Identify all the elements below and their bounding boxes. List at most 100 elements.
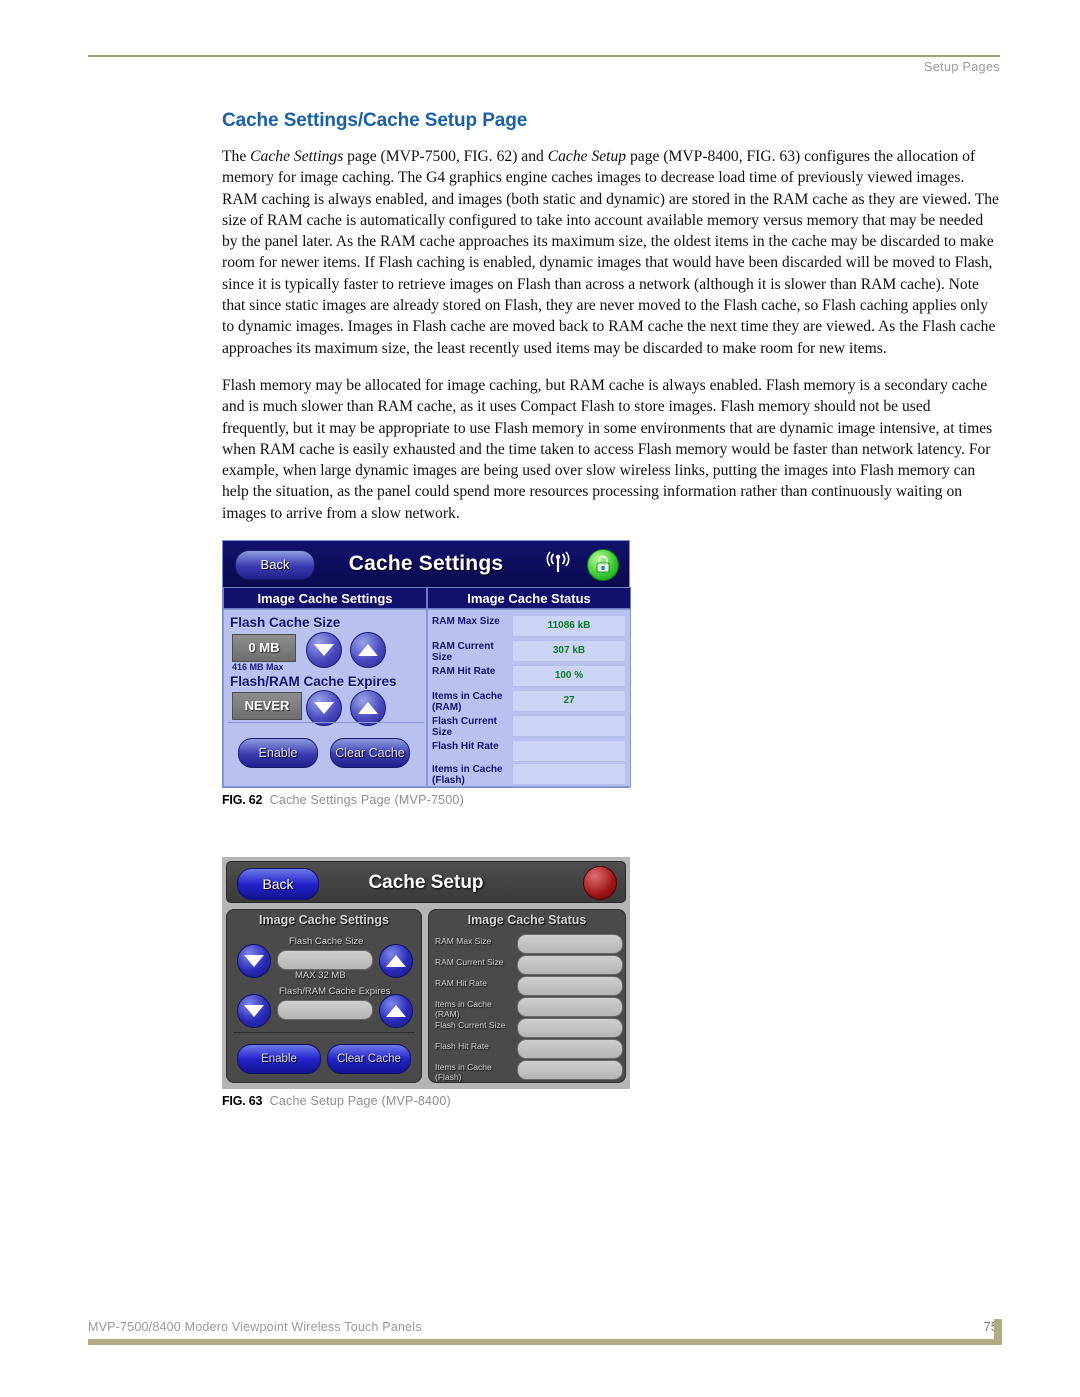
para1-seg-c: page (MVP-8400, FIG. 63) configures the …: [222, 148, 999, 357]
status-label: Flash Current Size: [435, 1020, 506, 1031]
para1-seg-a: The: [222, 148, 251, 165]
status-value-field: [517, 997, 623, 1018]
status-label: RAM Max Size: [432, 616, 500, 628]
tab-image-cache-settings[interactable]: Image Cache Settings: [223, 587, 427, 610]
cache-expires-down-button[interactable]: [306, 690, 342, 727]
red-led-indicator-icon: [583, 866, 617, 901]
footer-tab-mark: [994, 1319, 1002, 1345]
status-value: 100 %: [512, 665, 626, 688]
mvp7500-panel: Cache Settings Back Image Cache Settings…: [222, 540, 631, 789]
footer-rule: [88, 1339, 1000, 1345]
panel2-divider: [233, 1032, 415, 1034]
triangle-up-icon: [358, 702, 378, 715]
status-value: [512, 715, 626, 738]
status-value-field: [517, 976, 623, 997]
panel2-status-header: Image Cache Status: [467, 913, 587, 928]
status-label: Items in Cache (Flash): [432, 764, 503, 787]
status-value-field: [517, 934, 623, 955]
panel2-status-pane: Image Cache Status RAM Max Size RAM Curr…: [428, 909, 626, 1084]
triangle-down-icon: [314, 644, 334, 657]
panel1-titlebar: Cache Settings Back: [223, 541, 629, 588]
mvp8400-panel: Cache Setup Back Image Cache Settings Fl…: [222, 857, 630, 1090]
flash-cache-size-up-button[interactable]: [379, 944, 413, 979]
figure-63-number: FIG. 63: [222, 1094, 263, 1109]
triangle-down-icon: [244, 1005, 264, 1018]
figure-62-caption-text: Cache Settings Page (MVP-7500): [269, 793, 464, 808]
status-label: RAM Hit Rate: [435, 978, 487, 989]
enable-button[interactable]: Enable: [237, 1044, 321, 1075]
running-head: Setup Pages: [924, 60, 1000, 74]
cache-expires-label: Flash/RAM Cache Expires: [279, 986, 391, 998]
status-label: RAM Current Size: [435, 957, 504, 968]
paragraph-2: Flash memory may be allocated for image …: [222, 376, 993, 522]
status-value-field: [517, 1039, 623, 1060]
para1-emphasis-1: Cache Settings: [250, 148, 344, 165]
cache-expires-down-button[interactable]: [237, 994, 271, 1029]
content-column: Cache Settings/Cache Setup Page The Cach…: [222, 110, 1000, 1108]
panel1-back-button[interactable]: Back: [235, 550, 315, 581]
status-value: 307 kB: [512, 640, 626, 663]
paragraph-1: The Cache Settings page (MVP-7500, FIG. …: [222, 146, 1000, 359]
status-label: Items in Cache (RAM): [432, 691, 503, 714]
figure-62-caption: FIG. 62 Cache Settings Page (MVP-7500): [222, 793, 1000, 807]
figure-62: Cache Settings Back Image Cache Settings…: [222, 540, 1000, 807]
panel1-settings-pane: Flash Cache Size 0 MB 416 MB Max Flash/R…: [223, 609, 427, 788]
panel2-back-button[interactable]: Back: [237, 868, 319, 901]
panel2-titlebar: Cache Setup Back: [226, 861, 626, 904]
flash-cache-size-value-button[interactable]: 0 MB: [232, 634, 296, 663]
clear-cache-button[interactable]: Clear Cache: [327, 1044, 411, 1075]
flash-cache-size-label: Flash Cache Size: [230, 615, 341, 631]
status-label: RAM Hit Rate: [432, 666, 496, 678]
status-value-field: [517, 955, 623, 976]
cache-expires-value-button[interactable]: NEVER: [232, 692, 302, 721]
clear-cache-button[interactable]: Clear Cache: [330, 738, 410, 769]
status-value: [512, 740, 626, 763]
flash-cache-size-up-button[interactable]: [350, 632, 386, 669]
figure-62-number: FIG. 62: [222, 793, 263, 808]
status-label: Flash Current Size: [432, 716, 498, 739]
figure-63-caption-text: Cache Setup Page (MVP-8400): [269, 1094, 451, 1109]
status-label: Flash Hit Rate: [432, 741, 499, 753]
cache-expires-field[interactable]: [277, 1000, 373, 1021]
enable-button[interactable]: Enable: [238, 738, 318, 769]
flash-cache-size-down-button[interactable]: [306, 632, 342, 669]
status-value: [512, 763, 626, 786]
flash-cache-max-note: MAX 32 MB: [295, 970, 346, 982]
panel1-divider: [228, 722, 424, 724]
triangle-up-icon: [358, 644, 378, 657]
panel1-status-pane: RAM Max Size 11086 kB RAM Current Size 307…: [427, 609, 631, 788]
figure-63-caption: FIG. 63 Cache Setup Page (MVP-8400): [222, 1094, 1000, 1108]
status-label: Flash Hit Rate: [435, 1041, 489, 1052]
padlock-icon: [587, 549, 619, 582]
para1-emphasis-2: Cache Setup: [547, 148, 627, 165]
status-value-field: [517, 1060, 623, 1081]
wifi-signal-icon: [545, 551, 571, 575]
para1-seg-b: page (MVP-7500, FIG. 62) and: [343, 148, 548, 165]
panel2-settings-pane: Image Cache Settings Flash Cache Size MA…: [226, 909, 422, 1084]
panel1-tab-row: Image Cache Settings Image Cache Status: [223, 587, 631, 610]
tab-image-cache-status[interactable]: Image Cache Status: [427, 587, 631, 610]
document-page: Setup Pages Cache Settings/Cache Setup P…: [0, 0, 1080, 1397]
cache-expires-label: Flash/RAM Cache Expires: [230, 674, 397, 690]
panel2-settings-header: Image Cache Settings: [259, 913, 389, 928]
status-label: Items in Cache (Flash): [435, 1062, 492, 1083]
footer-text: MVP-7500/8400 Modero Viewpoint Wireless …: [88, 1320, 422, 1334]
status-label: RAM Current Size: [432, 641, 494, 664]
triangle-down-icon: [314, 702, 334, 715]
status-value-field: [517, 1018, 623, 1039]
status-value: 11086 kB: [512, 615, 626, 638]
cache-expires-up-button[interactable]: [350, 690, 386, 727]
flash-cache-size-field[interactable]: [277, 950, 373, 971]
cache-expires-up-button[interactable]: [379, 994, 413, 1029]
flash-cache-size-label: Flash Cache Size: [289, 936, 364, 948]
page-title: Cache Settings/Cache Setup Page: [222, 110, 528, 131]
figure-63: Cache Setup Back Image Cache Settings Fl…: [222, 857, 1000, 1108]
header-rule: [88, 55, 1000, 57]
triangle-up-icon: [386, 1005, 406, 1018]
triangle-up-icon: [386, 955, 406, 968]
status-label: Items in Cache (RAM): [435, 999, 492, 1020]
triangle-down-icon: [244, 955, 264, 968]
status-value: 27: [512, 690, 626, 713]
status-label: RAM Max Size: [435, 936, 492, 947]
flash-cache-size-down-button[interactable]: [237, 944, 271, 979]
